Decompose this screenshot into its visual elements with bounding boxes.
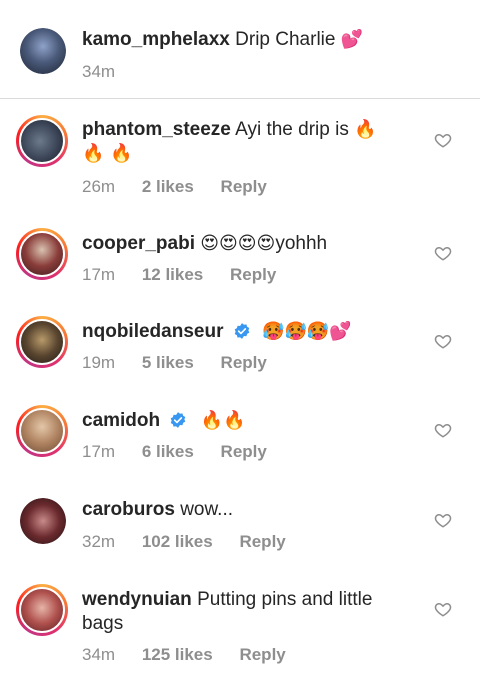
- reply-button[interactable]: Reply: [221, 177, 267, 196]
- timestamp: 34m: [82, 645, 116, 664]
- username[interactable]: kamo_mphelaxx: [82, 29, 230, 50]
- heart-icon[interactable]: [434, 421, 452, 439]
- username[interactable]: phantom_steeze: [82, 119, 231, 140]
- heart-icon[interactable]: [434, 332, 452, 350]
- comment-text: yohhh: [275, 233, 328, 254]
- comment-emoji: 🥵🥵🥵💕: [262, 321, 352, 342]
- avatar[interactable]: [16, 228, 68, 280]
- avatar[interactable]: [20, 498, 66, 544]
- caption-text: Drip Charlie: [235, 29, 336, 50]
- avatar[interactable]: [20, 28, 66, 74]
- likes-count[interactable]: 12 likes: [142, 265, 203, 284]
- comment-emoji: 😍😍😍😍: [200, 233, 276, 254]
- verified-badge-icon: [234, 323, 250, 339]
- comment-text: bags: [82, 613, 124, 634]
- avatar[interactable]: [16, 405, 68, 457]
- avatar[interactable]: [16, 316, 68, 368]
- avatar[interactable]: [16, 115, 68, 167]
- heart-icon[interactable]: [434, 131, 452, 149]
- divider: [0, 98, 480, 99]
- timestamp: 32m: [82, 532, 116, 551]
- username[interactable]: cooper_pabi: [82, 233, 195, 254]
- likes-count[interactable]: 102 likes: [142, 532, 213, 551]
- username[interactable]: camidoh: [82, 410, 160, 431]
- verified-badge-icon: [171, 412, 186, 428]
- comment-emoji: 🔥: [354, 119, 377, 140]
- likes-count[interactable]: 2 likes: [142, 177, 194, 196]
- reply-button[interactable]: Reply: [230, 265, 276, 284]
- username[interactable]: caroburos: [82, 499, 175, 520]
- post-caption: kamo_mphelaxx Drip Charlie 💕 34m: [0, 0, 480, 98]
- comment-emoji: 🔥 🔥: [82, 143, 133, 164]
- reply-button[interactable]: Reply: [239, 532, 285, 551]
- heart-icon[interactable]: [434, 600, 452, 618]
- username[interactable]: nqobiledanseur: [82, 321, 223, 342]
- timestamp: 17m: [82, 265, 116, 284]
- heart-icon[interactable]: [434, 244, 452, 262]
- comment-text: Ayi the drip is: [235, 119, 349, 140]
- comment-text: wow...: [180, 499, 234, 520]
- likes-count[interactable]: 125 likes: [142, 645, 213, 664]
- timestamp: 19m: [82, 353, 116, 372]
- caption-emoji: 💕: [340, 29, 364, 50]
- timestamp: 26m: [82, 177, 116, 196]
- avatar[interactable]: [16, 584, 68, 636]
- reply-button[interactable]: Reply: [221, 353, 267, 372]
- likes-count[interactable]: 5 likes: [142, 353, 194, 372]
- heart-icon[interactable]: [434, 511, 452, 529]
- timestamp: 17m: [82, 442, 116, 461]
- username[interactable]: wendynuian: [82, 589, 192, 610]
- likes-count[interactable]: 6 likes: [142, 442, 194, 461]
- comment-text: Putting pins and little: [197, 589, 373, 610]
- timestamp: 34m: [82, 62, 116, 81]
- comment-emoji: 🔥🔥: [200, 410, 246, 431]
- reply-button[interactable]: Reply: [239, 645, 285, 664]
- reply-button[interactable]: Reply: [221, 442, 267, 461]
